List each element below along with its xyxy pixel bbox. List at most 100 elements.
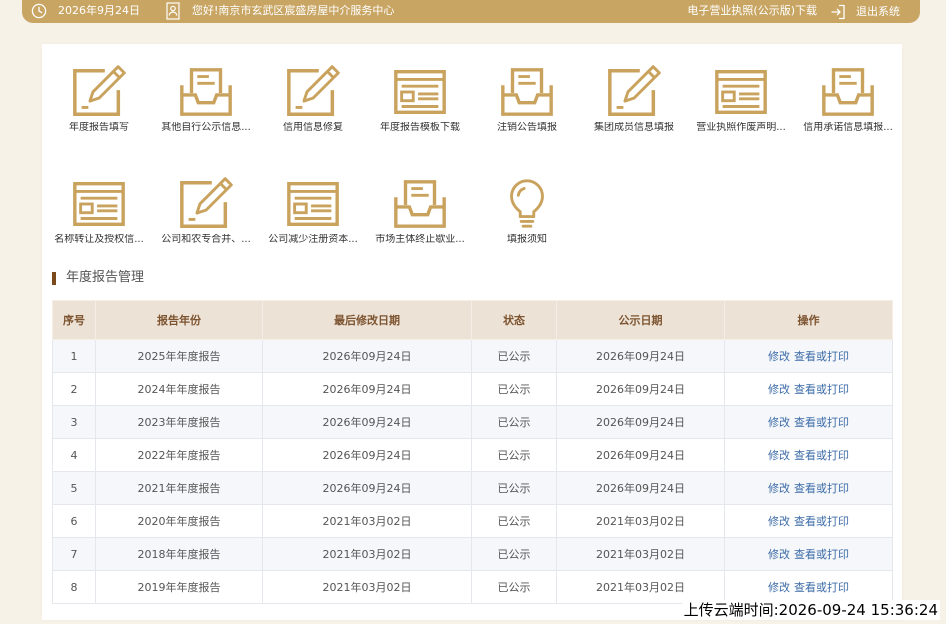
- menu-label: 信用承诺信息填报...: [803, 122, 893, 133]
- cell-no: 5: [52, 471, 96, 505]
- view-print-link[interactable]: 查看或打印: [794, 581, 849, 594]
- menu-license-void-statement[interactable]: 营业执照作废声明...: [688, 64, 794, 140]
- view-print-link[interactable]: 查看或打印: [794, 383, 849, 396]
- menu-annual-report-template-download[interactable]: 年度报告模板下载: [367, 64, 473, 140]
- view-print-link[interactable]: 查看或打印: [794, 350, 849, 363]
- table-row: 5 2021年年度报告 2026年09月24日 已公示 2026年09月24日 …: [52, 471, 893, 505]
- table-row: 8 2019年年度报告 2021年03月02日 已公示 2021年03月02日 …: [52, 570, 893, 604]
- view-print-link[interactable]: 查看或打印: [794, 548, 849, 561]
- col-header-actions: 操作: [724, 300, 893, 340]
- menu-name-transfer-authorization[interactable]: 名称转让及授权信...: [46, 176, 152, 252]
- inbox-icon: [177, 64, 235, 120]
- cell-published-date: 2026年09月24日: [556, 438, 725, 472]
- col-header-report-year: 报告年份: [95, 300, 263, 340]
- menu-label: 公司和农专合并、...: [161, 234, 251, 245]
- cell-last-modified: 2021年03月02日: [262, 504, 472, 538]
- menu-label: 公司减少注册资本...: [268, 234, 358, 245]
- menu-group-members-info[interactable]: 集团成员信息填报: [581, 64, 687, 140]
- cell-no: 6: [52, 504, 96, 538]
- cell-status: 已公示: [471, 471, 557, 505]
- cell-report-year: 2023年年度报告: [95, 405, 263, 439]
- cell-last-modified: 2021年03月02日: [262, 570, 472, 604]
- logout-icon: [831, 4, 845, 19]
- inbox-icon: [819, 64, 877, 120]
- col-header-last-modified: 最后修改日期: [262, 300, 472, 340]
- col-header-no: 序号: [52, 300, 96, 340]
- table-row: 1 2025年年度报告 2026年09月24日 已公示 2026年09月24日 …: [52, 339, 893, 373]
- edit-link[interactable]: 修改: [768, 581, 790, 594]
- page: 2026年9月24日 您好!南京市玄武区宸盛房屋中介服务中心 电子营业执照(公示…: [0, 0, 946, 624]
- edit-link[interactable]: 修改: [768, 350, 790, 363]
- cell-actions: 修改 查看或打印: [724, 405, 893, 439]
- cell-no: 4: [52, 438, 96, 472]
- menu-capital-reduction[interactable]: 公司减少注册资本...: [260, 176, 366, 252]
- cell-actions: 修改 查看或打印: [724, 339, 893, 373]
- edit-link[interactable]: 修改: [768, 515, 790, 528]
- col-header-published-date: 公示日期: [556, 300, 725, 340]
- cell-actions: 修改 查看或打印: [724, 471, 893, 505]
- menu-cancellation-notice[interactable]: 注销公告填报: [474, 64, 580, 140]
- form-icon: [70, 176, 128, 232]
- menu-label: 营业执照作废声明...: [696, 122, 786, 133]
- current-date: 2026年9月24日: [58, 4, 140, 17]
- cell-report-year: 2021年年度报告: [95, 471, 263, 505]
- cell-actions: 修改 查看或打印: [724, 537, 893, 571]
- license-download-link[interactable]: 电子营业执照(公示版)下载: [687, 4, 817, 18]
- menu-label: 信用信息修复: [283, 122, 343, 133]
- menu-business-termination[interactable]: 市场主体终止歇业...: [367, 176, 473, 252]
- greeting-text: 您好!南京市玄武区宸盛房屋中介服务中心: [192, 4, 395, 17]
- cell-no: 8: [52, 570, 96, 604]
- view-print-link[interactable]: 查看或打印: [794, 416, 849, 429]
- cell-last-modified: 2021年03月02日: [262, 537, 472, 571]
- menu-filing-instructions[interactable]: 填报须知: [474, 176, 580, 252]
- cell-report-year: 2019年年度报告: [95, 570, 263, 604]
- table-row: 3 2023年年度报告 2026年09月24日 已公示 2026年09月24日 …: [52, 405, 893, 439]
- menu-annual-report-fill[interactable]: 年度报告填写: [46, 64, 152, 140]
- logout-button[interactable]: 退出系统: [830, 3, 900, 20]
- menu-other-self-disclosure[interactable]: 其他自行公示信息...: [153, 64, 259, 140]
- menu-label: 注销公告填报: [497, 122, 557, 133]
- edit-icon: [605, 64, 663, 120]
- cell-actions: 修改 查看或打印: [724, 570, 893, 604]
- edit-link[interactable]: 修改: [768, 482, 790, 495]
- cell-report-year: 2022年年度报告: [95, 438, 263, 472]
- cell-status: 已公示: [471, 405, 557, 439]
- table-header-row: 序号 报告年份 最后修改日期 状态 公示日期 操作: [52, 300, 893, 340]
- view-print-link[interactable]: 查看或打印: [794, 515, 849, 528]
- section-title: 年度报告管理: [66, 270, 145, 285]
- cell-status: 已公示: [471, 570, 557, 604]
- cell-published-date: 2026年09月24日: [556, 339, 725, 373]
- cell-no: 1: [52, 339, 96, 373]
- menu-company-coop-merger[interactable]: 公司和农专合并、...: [153, 176, 259, 252]
- cell-no: 3: [52, 405, 96, 439]
- cell-last-modified: 2026年09月24日: [262, 339, 472, 373]
- inbox-icon: [498, 64, 556, 120]
- cell-report-year: 2025年年度报告: [95, 339, 263, 373]
- upload-time-stamp: 上传云端时间:2026-09-24 15:36:24: [681, 600, 940, 620]
- cell-report-year: 2024年年度报告: [95, 372, 263, 406]
- menu-label: 年度报告填写: [69, 122, 129, 133]
- cell-actions: 修改 查看或打印: [724, 372, 893, 406]
- menu-credit-commitment-info[interactable]: 信用承诺信息填报...: [795, 64, 901, 140]
- menu-label: 其他自行公示信息...: [161, 122, 251, 133]
- cell-published-date: 2021年03月02日: [556, 504, 725, 538]
- cell-published-date: 2026年09月24日: [556, 471, 725, 505]
- menu-label: 填报须知: [507, 234, 547, 245]
- edit-link[interactable]: 修改: [768, 416, 790, 429]
- cell-published-date: 2021年03月02日: [556, 570, 725, 604]
- edit-icon: [70, 64, 128, 120]
- edit-link[interactable]: 修改: [768, 383, 790, 396]
- form-icon: [284, 176, 342, 232]
- table-row: 2 2024年年度报告 2026年09月24日 已公示 2026年09月24日 …: [52, 372, 893, 406]
- view-print-link[interactable]: 查看或打印: [794, 449, 849, 462]
- cell-no: 2: [52, 372, 96, 406]
- view-print-link[interactable]: 查看或打印: [794, 482, 849, 495]
- menu-label: 市场主体终止歇业...: [375, 234, 465, 245]
- menu-credit-repair[interactable]: 信用信息修复: [260, 64, 366, 140]
- cell-published-date: 2021年03月02日: [556, 537, 725, 571]
- section-title-bar: [52, 272, 56, 285]
- edit-link[interactable]: 修改: [768, 548, 790, 561]
- logout-label: 退出系统: [856, 4, 900, 18]
- edit-link[interactable]: 修改: [768, 449, 790, 462]
- cell-status: 已公示: [471, 537, 557, 571]
